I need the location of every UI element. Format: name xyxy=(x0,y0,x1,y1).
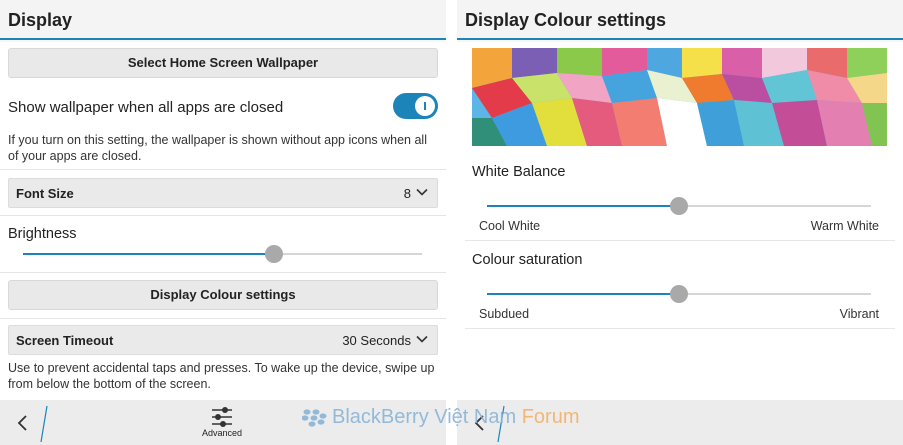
colour-saturation-max-label: Vibrant xyxy=(839,307,879,321)
screen-timeout-dropdown[interactable]: Screen Timeout 30 Seconds xyxy=(8,325,438,355)
select-wallpaper-button[interactable]: Select Home Screen Wallpaper xyxy=(8,48,438,78)
colour-saturation-min-label: Subdued xyxy=(479,307,530,321)
slider-knob[interactable] xyxy=(265,245,283,263)
display-colour-settings-panel: Display Colour settings White Balance Co… xyxy=(457,0,903,445)
slider-fill xyxy=(487,205,679,207)
slider-fill xyxy=(23,253,274,255)
display-settings-panel: Display Select Home Screen Wallpaper Sho… xyxy=(0,0,446,445)
slider-knob[interactable] xyxy=(670,285,688,303)
advanced-label: Advanced xyxy=(201,428,243,438)
divider xyxy=(0,215,446,216)
title-bar: Display xyxy=(0,0,446,40)
font-size-value: 8 xyxy=(403,186,411,201)
white-balance-max-label: Warm White xyxy=(810,219,879,233)
screen-timeout-description: Use to prevent accidental taps and press… xyxy=(8,361,435,391)
white-balance-label: White Balance xyxy=(472,164,566,180)
colour-settings-list: White Balance Cool White Warm White Colo… xyxy=(457,42,903,400)
chevron-down-icon xyxy=(416,335,428,343)
divider xyxy=(465,240,895,241)
sliders-icon xyxy=(212,407,232,427)
show-wallpaper-description: If you turn on this setting, the wallpap… xyxy=(8,133,427,163)
action-bar-separator xyxy=(40,405,48,443)
display-colour-settings-button[interactable]: Display Colour settings xyxy=(8,280,438,310)
font-size-label: Font Size xyxy=(16,186,74,201)
brightness-slider[interactable] xyxy=(23,245,422,263)
slider-knob[interactable] xyxy=(670,197,688,215)
settings-list: Select Home Screen Wallpaper Show wallpa… xyxy=(0,42,446,400)
blackberry-logo-icon xyxy=(302,409,327,427)
white-balance-slider[interactable] xyxy=(487,197,871,215)
toggle-knob xyxy=(415,96,435,116)
brightness-label: Brightness xyxy=(8,226,77,242)
colour-preview-image xyxy=(472,48,887,146)
divider xyxy=(465,328,895,329)
watermark-suffix: Forum xyxy=(521,406,580,428)
slider-fill xyxy=(487,293,679,295)
watermark-brand: BlackBerry Việt Nam xyxy=(332,406,517,428)
font-size-dropdown[interactable]: Font Size 8 xyxy=(8,178,438,208)
divider xyxy=(0,169,446,170)
colour-saturation-slider[interactable] xyxy=(487,285,871,303)
divider xyxy=(0,272,446,273)
screen-timeout-value: 30 Seconds xyxy=(342,333,411,348)
screen-timeout-label: Screen Timeout xyxy=(16,333,114,348)
show-wallpaper-toggle[interactable] xyxy=(393,93,438,119)
back-arrow-icon[interactable] xyxy=(14,413,32,433)
page-title: Display xyxy=(8,10,73,30)
divider xyxy=(0,318,446,319)
page-title: Display Colour settings xyxy=(465,10,667,30)
advanced-button[interactable]: Advanced xyxy=(196,405,248,438)
chevron-down-icon xyxy=(416,188,428,196)
panel-gap xyxy=(446,0,457,445)
show-wallpaper-label: Show wallpaper when all apps are closed xyxy=(8,99,284,116)
watermark: BlackBerry Việt Nam Forum xyxy=(302,406,580,432)
colour-saturation-label: Colour saturation xyxy=(472,252,583,268)
title-bar: Display Colour settings xyxy=(457,0,903,40)
white-balance-min-label: Cool White xyxy=(479,219,541,233)
